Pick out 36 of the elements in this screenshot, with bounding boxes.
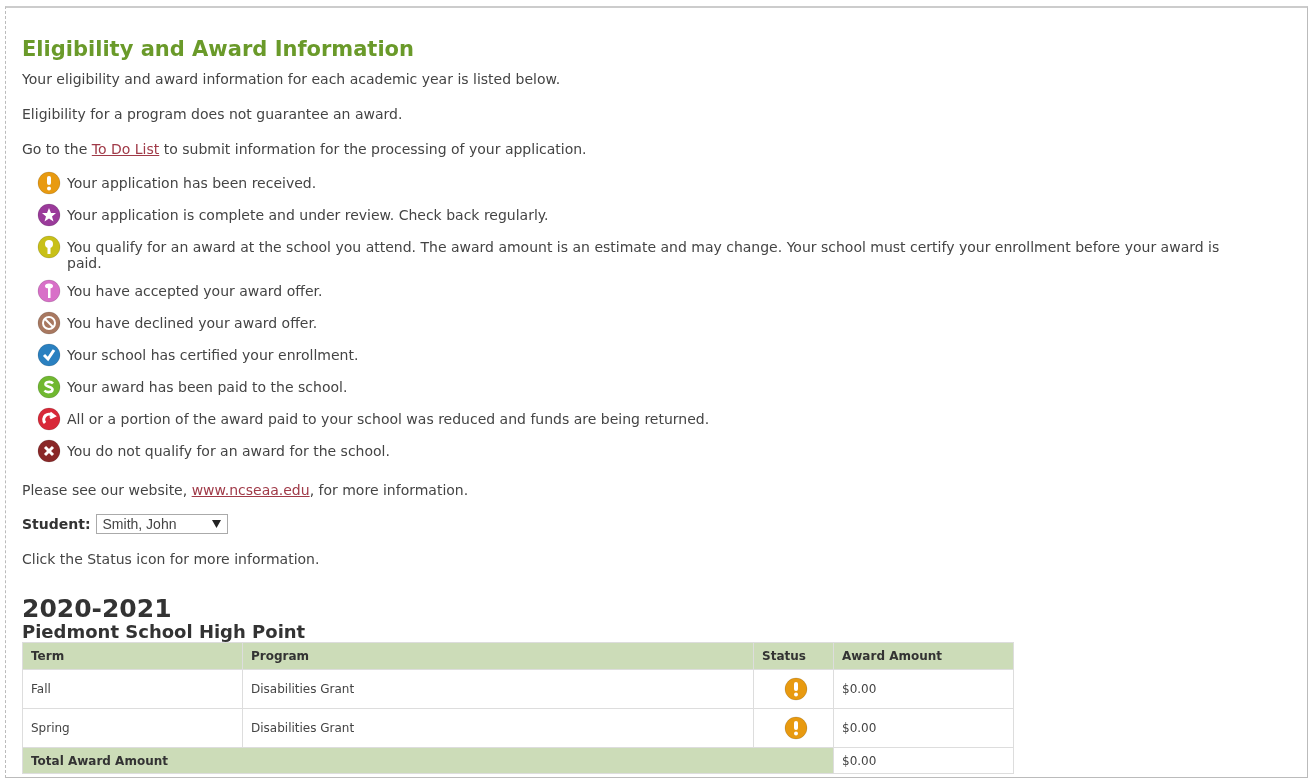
legend-text: Your award has been paid to the school.: [67, 378, 348, 395]
year-heading: 2020-2021: [22, 596, 173, 622]
exclamation-icon[interactable]: [784, 716, 808, 740]
program-cell: Disabilities Grant: [251, 721, 355, 735]
student-label: Student:: [22, 516, 91, 532]
legend-text: You have accepted your award offer.: [67, 282, 323, 299]
legend-text: Your application has been received.: [67, 174, 317, 191]
caret-icon: [211, 520, 221, 528]
legend-text: All or a portion of the award paid to your school was reduced and funds are being returned.: [67, 410, 710, 427]
column-header: Award Amount: [833, 642, 1014, 670]
column-header: Term: [22, 642, 243, 670]
student-select[interactable]: Smith, John: [95, 514, 228, 534]
website-text: Please see our website, www.ncseaa.edu, for more information.: [22, 481, 470, 499]
total-amount: $0.00: [842, 753, 877, 768]
amount-cell: $0.00: [842, 682, 877, 696]
intro-text: Your eligibility and award information for each academic year is listed below.: [22, 70, 562, 88]
program-cell: Disabilities Grant: [251, 682, 355, 696]
legend-text: You do not qualify for an award for the school.: [67, 442, 390, 459]
column-header: Program: [242, 642, 754, 670]
term-cell: Spring: [31, 721, 70, 735]
term-cell: Fall: [31, 682, 51, 696]
legend-text: Your application is complete and under review. Check back regularly.: [67, 206, 549, 223]
legend-text: You have declined your award offer.: [67, 314, 318, 331]
legend-text: You qualify for an award at the school you attend. The award amount is an estimate and may change. Your school must certify your enrollment before your award is paid.: [67, 238, 1221, 271]
legend-text: Your school has certified your enrollment.: [67, 346, 359, 363]
intro-text: Eligibility for a program does not guarantee an award.: [22, 105, 404, 123]
exclamation-icon[interactable]: [784, 677, 808, 701]
link[interactable]: www.ncseaa.edu: [191, 482, 310, 498]
school-heading: Piedmont School High Point: [22, 622, 307, 642]
page-title: Eligibility and Award Information: [22, 36, 415, 62]
column-header: Status: [753, 642, 834, 670]
total-label: Total Award Amount: [22, 747, 834, 774]
amount-cell: $0.00: [842, 721, 877, 735]
instruction-text: Go to the To Do List to submit information for the processing of your application.: [22, 140, 588, 158]
hint-text: Click the Status icon for more information.: [22, 550, 321, 568]
link[interactable]: To Do List: [91, 141, 160, 157]
